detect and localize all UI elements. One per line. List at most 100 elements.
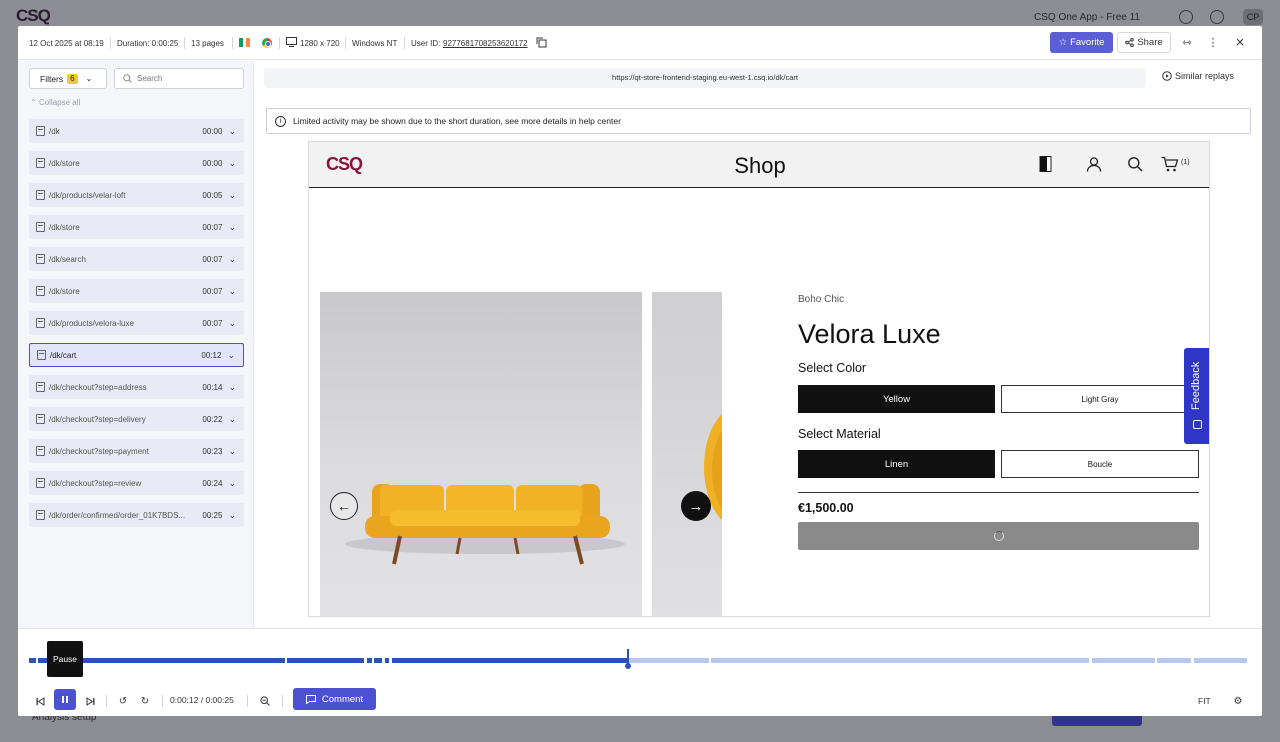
feedback-icon <box>1193 420 1202 429</box>
star-icon: ☆ <box>1058 37 1068 48</box>
page-list-item[interactable]: /dk/store 00:07 ⌄ <box>29 215 244 239</box>
pause-icon <box>62 696 64 703</box>
notice-text: Limited activity may be shown due to the… <box>293 116 621 126</box>
chevron-down-icon[interactable]: ⌄ <box>228 254 236 265</box>
page-list-item[interactable]: /dk/order/confirmed/order_01K7BDS... 00:2… <box>29 503 244 527</box>
page-list-item[interactable]: /dk/store 00:00 ⌄ <box>29 151 244 175</box>
chevron-up-icon: ⌃ <box>30 98 37 107</box>
chevron-down-icon[interactable]: ⌄ <box>228 158 236 169</box>
screen-resolution: 1280 x 720 <box>300 39 340 48</box>
expand-icon[interactable]: ⇿ <box>1180 35 1194 49</box>
pages-list: /dk 00:00 ⌄/dk/store 00:00 ⌄/dk/products/vel… <box>29 119 244 535</box>
product-image <box>320 292 642 616</box>
chevron-down-icon[interactable]: ⌄ <box>228 510 236 521</box>
skip-to-start-icon[interactable] <box>34 692 46 710</box>
timeline-segment <box>29 658 36 663</box>
time-readout: 0:00:12 / 0:00:25 <box>170 695 234 705</box>
page-list-item[interactable]: /dk/checkout?step=address 00:14 ⌄ <box>29 375 244 399</box>
page-list-item[interactable]: /dk/products/velar-loft 00:05 ⌄ <box>29 183 244 207</box>
share-button[interactable]: Share <box>1117 32 1171 53</box>
zoom-icon[interactable] <box>258 692 272 710</box>
carousel-next-button: → <box>681 491 711 521</box>
page-path: /dk/cart <box>50 350 77 360</box>
background-avatar: CP <box>1243 9 1263 25</box>
feedback-label: Feedback <box>1190 361 1202 410</box>
page-time: 00:07 <box>202 286 223 296</box>
timeline-segment <box>392 658 627 663</box>
chevron-down-icon[interactable]: ⌄ <box>228 446 236 457</box>
skip-to-end-icon[interactable] <box>84 692 96 710</box>
similar-replays-button[interactable]: Similar replays <box>1162 71 1234 81</box>
chevron-down-icon[interactable]: ⌄ <box>227 350 235 361</box>
page-list-item[interactable]: /dk/checkout?step=payment 00:23 ⌄ <box>29 439 244 463</box>
select-color-label: Select Color <box>798 361 867 375</box>
forward-icon[interactable]: ↻ <box>139 692 151 710</box>
page-icon <box>36 158 45 168</box>
page-icon <box>36 286 45 296</box>
timeline-segment <box>367 658 372 663</box>
arrow-left-icon: ← <box>337 498 351 514</box>
monitor-icon <box>286 37 297 47</box>
chevron-down-icon[interactable]: ⌄ <box>228 318 236 329</box>
page-list-item[interactable]: /dk/products/velora-luxe 00:07 ⌄ <box>29 311 244 335</box>
collapse-all-label: Collapse all <box>38 98 81 107</box>
arrow-right-icon: → <box>688 497 704 515</box>
total-time: 0:00:25 <box>205 695 234 705</box>
user-id-link[interactable]: 9277681708253620172 <box>443 39 528 48</box>
close-icon[interactable]: ✕ <box>1233 35 1247 49</box>
chevron-down-icon[interactable]: ⌄ <box>228 382 236 393</box>
product-name: Velora Luxe <box>798 319 941 349</box>
search-icon <box>123 74 132 83</box>
more-options-icon[interactable]: ⋮ <box>1206 35 1220 49</box>
chevron-down-icon[interactable]: ⌄ <box>228 222 236 233</box>
timeline-segment <box>711 658 1089 663</box>
comment-button[interactable]: Comment <box>293 688 376 710</box>
page-icon <box>36 414 45 424</box>
page-list-item[interactable]: /dk/store 00:07 ⌄ <box>29 279 244 303</box>
theme-toggle-icon <box>1037 156 1053 172</box>
page-time: 00:00 <box>202 126 223 136</box>
operating-system: Windows NT <box>352 39 398 48</box>
page-path: /dk/search <box>49 254 86 264</box>
chevron-down-icon[interactable]: ⌄ <box>228 414 236 425</box>
copy-icon[interactable] <box>536 37 547 48</box>
limited-activity-notice: i Limited activity may be shown due to t… <box>266 108 1251 134</box>
modal-header: 12 Oct 2025 at 08:19 Duration: 0:00:25 1… <box>18 26 1262 60</box>
comment-label: Comment <box>321 693 364 705</box>
info-icon: i <box>275 115 286 127</box>
page-list-item[interactable]: /dk/search 00:07 ⌄ <box>29 247 244 271</box>
page-list-item[interactable]: /dk/cart 00:12 ⌄ <box>29 343 244 367</box>
fit-button[interactable]: FIT <box>1198 696 1211 706</box>
favorite-button[interactable]: ☆ Favorite <box>1050 32 1113 53</box>
material-option-boucle: Boucle <box>1001 450 1199 478</box>
filters-button[interactable]: Filters 6 ⌄ <box>29 68 107 89</box>
chevron-down-icon[interactable]: ⌄ <box>228 286 236 297</box>
search-input[interactable] <box>137 74 237 83</box>
filters-count-badge: 6 <box>67 73 78 84</box>
page-time: 00:07 <box>202 318 223 328</box>
session-pages-count: 13 pages <box>191 39 224 48</box>
background-logo: CSQ <box>16 6 51 25</box>
timeline-track[interactable] <box>29 658 1247 664</box>
pause-button[interactable] <box>54 689 76 710</box>
timeline-segment <box>1194 658 1247 663</box>
settings-icon[interactable]: ⚙ <box>1231 692 1245 710</box>
page-list-item[interactable]: /dk/checkout?step=review 00:24 ⌄ <box>29 471 244 495</box>
chevron-down-icon[interactable]: ⌄ <box>228 126 236 137</box>
search-field[interactable] <box>114 68 244 89</box>
divider <box>110 37 111 49</box>
timeline-segment <box>385 658 389 663</box>
collapse-all-button[interactable]: ⌃ Collapse all <box>30 98 80 107</box>
page-time: 00:25 <box>202 510 223 520</box>
timeline-playhead[interactable] <box>625 649 631 669</box>
chevron-down-icon[interactable]: ⌄ <box>228 478 236 489</box>
page-list-item[interactable]: /dk 00:00 ⌄ <box>29 119 244 143</box>
page-list-item[interactable]: /dk/checkout?step=delivery 00:22 ⌄ <box>29 407 244 431</box>
rewind-icon[interactable]: ↺ <box>117 692 129 710</box>
session-replay-modal: 12 Oct 2025 at 08:19 Duration: 0:00:25 1… <box>18 26 1262 716</box>
page-time: 00:12 <box>201 350 222 360</box>
timeline-segment <box>287 658 364 663</box>
chevron-down-icon[interactable]: ⌄ <box>228 190 236 201</box>
current-time: 0:00:12 <box>170 695 199 705</box>
product-price: €1,500.00 <box>798 501 854 515</box>
